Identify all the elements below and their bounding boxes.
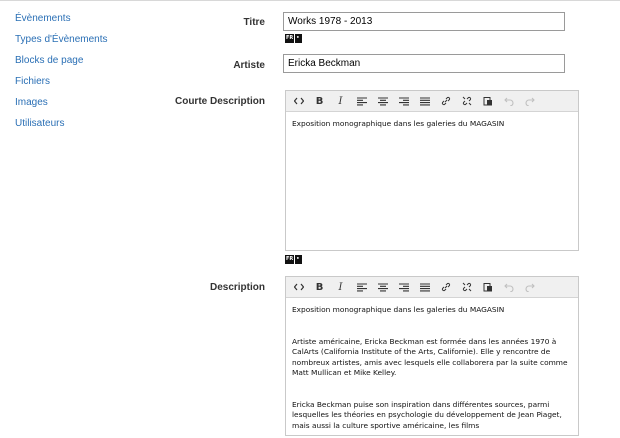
paste-icon[interactable] <box>479 93 496 109</box>
courte-description-label: Courte Description <box>174 96 265 107</box>
sidebar-item-utilisateurs[interactable]: Utilisateurs <box>15 118 108 139</box>
sidebar-item-evenements[interactable]: Évènements <box>15 13 108 34</box>
align-center-icon[interactable] <box>374 93 391 109</box>
content-paragraph: Exposition monographique dans les galeri… <box>292 305 505 314</box>
align-left-icon[interactable] <box>353 93 370 109</box>
unlink-icon[interactable] <box>458 279 475 295</box>
undo-icon[interactable] <box>500 93 517 109</box>
align-center-icon[interactable] <box>374 279 391 295</box>
align-left-icon[interactable] <box>353 279 370 295</box>
description-label: Description <box>209 282 265 293</box>
bold-icon[interactable]: B <box>311 279 328 295</box>
language-dot-icon: • <box>295 34 303 43</box>
titre-label: Titre <box>243 17 266 28</box>
sidebar-item-blocks-de-page[interactable]: Blocks de page <box>15 55 108 76</box>
titre-input[interactable]: Works 1978 - 2013 <box>283 12 565 31</box>
language-code: FR <box>285 255 295 264</box>
content-paragraph: Ericka Beckman puise son inspiration dan… <box>292 399 562 430</box>
artiste-input[interactable]: Ericka Beckman <box>283 54 565 73</box>
content-paragraph: Artiste américaine, Ericka Beckman est f… <box>292 336 568 378</box>
align-right-icon[interactable] <box>395 279 412 295</box>
top-divider <box>0 0 620 1</box>
align-right-icon[interactable] <box>395 93 412 109</box>
editor-toolbar: B I <box>286 277 578 298</box>
description-content[interactable]: Exposition monographique dans les galeri… <box>286 298 578 438</box>
redo-icon[interactable] <box>521 93 538 109</box>
code-icon[interactable] <box>290 93 307 109</box>
description-editor: B I Exposition monographique dans les ga… <box>285 276 579 436</box>
titre-language-badge[interactable]: FR • <box>285 34 303 43</box>
courte-description-content[interactable]: Exposition monographique dans les galeri… <box>286 112 578 137</box>
sidebar-item-images[interactable]: Images <box>15 97 108 118</box>
sidebar-item-types-evenements[interactable]: Types d'Évènements <box>15 34 108 55</box>
bold-icon[interactable]: B <box>311 93 328 109</box>
code-icon[interactable] <box>290 279 307 295</box>
link-icon[interactable] <box>437 93 454 109</box>
courte-description-editor: B I Exposition monographique dans les ga… <box>285 90 579 251</box>
content-paragraph: Exposition monographique dans les galeri… <box>292 119 505 128</box>
link-icon[interactable] <box>437 279 454 295</box>
language-dot-icon: • <box>295 255 303 264</box>
courte-description-language-badge[interactable]: FR • <box>285 255 303 264</box>
sidebar-nav: Évènements Types d'Évènements Blocks de … <box>15 13 108 139</box>
redo-icon[interactable] <box>521 279 538 295</box>
align-justify-icon[interactable] <box>416 279 433 295</box>
language-code: FR <box>285 34 295 43</box>
editor-toolbar: B I <box>286 91 578 112</box>
unlink-icon[interactable] <box>458 93 475 109</box>
align-justify-icon[interactable] <box>416 93 433 109</box>
undo-icon[interactable] <box>500 279 517 295</box>
artiste-label: Artiste <box>233 60 265 71</box>
italic-icon[interactable]: I <box>332 279 349 295</box>
sidebar-item-fichiers[interactable]: Fichiers <box>15 76 108 97</box>
italic-icon[interactable]: I <box>332 93 349 109</box>
paste-icon[interactable] <box>479 279 496 295</box>
